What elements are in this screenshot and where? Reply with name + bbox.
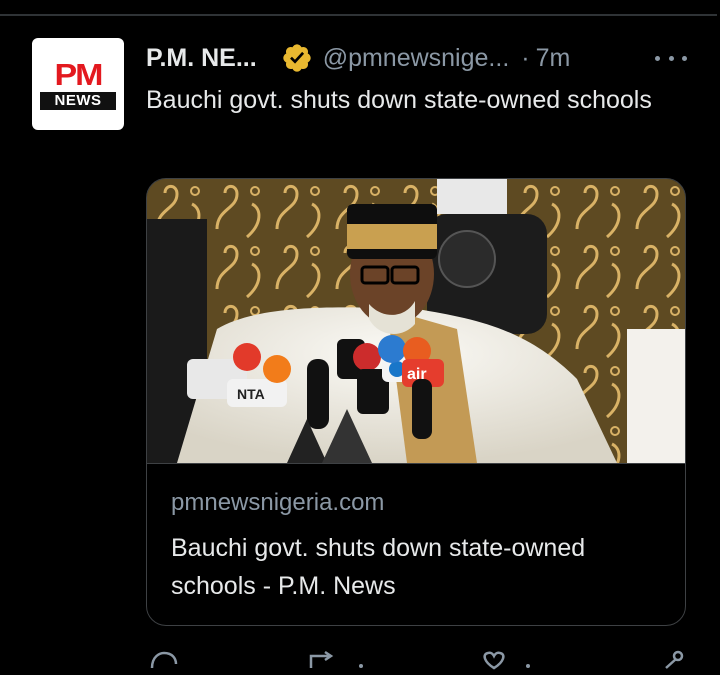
like-icon[interactable]: [480, 650, 540, 675]
svg-text:NTA: NTA: [237, 386, 265, 402]
share-icon[interactable]: [660, 650, 690, 675]
tweet-text: Bauchi govt. shuts down state-owned scho…: [146, 86, 652, 114]
tweet-actions: [0, 650, 720, 670]
card-title: Bauchi govt. shuts down state-owned scho…: [171, 534, 586, 600]
top-divider: [0, 14, 717, 16]
more-options-icon[interactable]: [655, 48, 687, 68]
verified-badge-icon[interactable]: [281, 42, 313, 74]
card-domain: pmnewsnigeria.com: [171, 489, 385, 516]
link-card[interactable]: NTA air pmnewsnigeria.com Bauchi govt. s…: [146, 178, 686, 626]
author-avatar[interactable]: PM NEWS: [32, 38, 124, 130]
retweet-icon[interactable]: [305, 650, 365, 675]
card-divider: [147, 463, 685, 464]
card-image[interactable]: NTA air: [147, 179, 685, 463]
reply-icon[interactable]: [148, 650, 178, 675]
meta-separator: ·: [521, 43, 530, 72]
tweet-header: P.M. NE... @pmnewsnige... · 7m: [146, 40, 570, 76]
tweet-timestamp[interactable]: 7m: [536, 44, 571, 73]
author-handle[interactable]: @pmnewsnige...: [323, 44, 510, 73]
author-name[interactable]: P.M. NE...: [146, 44, 257, 73]
avatar-logo-top: PM: [54, 57, 104, 93]
avatar-logo-bottom: NEWS: [40, 92, 116, 110]
